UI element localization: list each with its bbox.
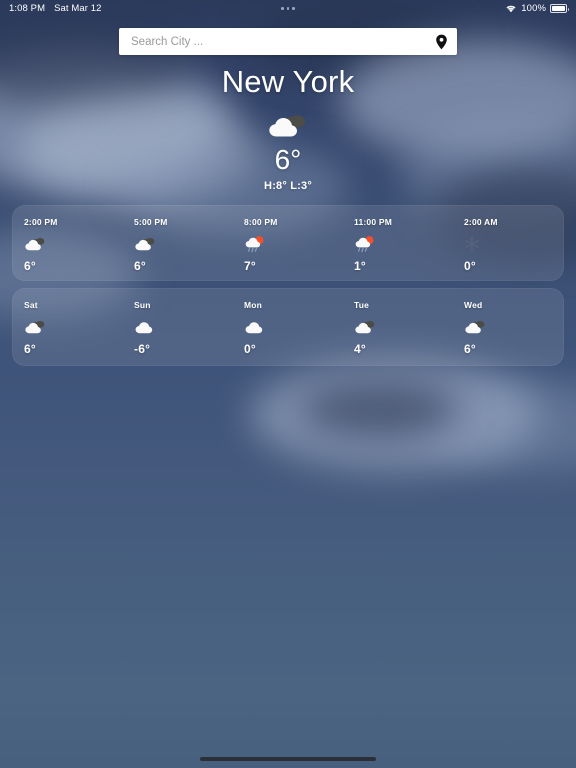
daily-item-temperature: 6° — [24, 342, 36, 356]
cloud-wisp — [250, 360, 540, 470]
hourly-item[interactable]: 11:00 PM 1° — [343, 206, 453, 280]
hourly-item-label: 5:00 PM — [134, 217, 168, 227]
hourly-item-label: 8:00 PM — [244, 217, 278, 227]
battery-full-icon — [550, 4, 569, 13]
wifi-icon — [506, 5, 516, 13]
cloudy-icon — [24, 234, 123, 254]
cloud-wisp — [300, 382, 460, 437]
daily-item[interactable]: Sun -6° — [123, 289, 233, 365]
status-bar-right: 100% — [505, 3, 569, 14]
daily-item-temperature: 0° — [244, 342, 256, 356]
cloud-white-icon — [134, 317, 233, 337]
daily-item[interactable]: Tue 4° — [343, 289, 453, 365]
daily-item-label: Mon — [244, 300, 263, 310]
status-time: 1:08 PM — [9, 3, 46, 14]
hourly-item-temperature: 6° — [134, 259, 146, 273]
cloud-white-icon — [244, 317, 343, 337]
hourly-item-temperature: 6° — [24, 259, 36, 273]
hourly-item-temperature: 1° — [354, 259, 366, 273]
home-indicator[interactable] — [200, 757, 376, 761]
location-pin-icon[interactable] — [435, 34, 448, 50]
daily-item[interactable]: Mon 0° — [233, 289, 343, 365]
hourly-item[interactable]: 2:00 PM 6° — [13, 206, 123, 280]
current-weather-icon — [266, 110, 310, 140]
hourly-item[interactable]: 5:00 PM 6° — [123, 206, 233, 280]
daily-item-temperature: 6° — [464, 342, 476, 356]
three-dots-icon[interactable] — [281, 7, 295, 10]
daily-item-label: Wed — [464, 300, 483, 310]
status-bar: 1:08 PM Sat Mar 12 100% — [0, 0, 576, 17]
sun-rain-cloud-icon — [354, 234, 453, 254]
hourly-item[interactable]: 2:00 AM 0° — [453, 206, 563, 280]
battery-percent-label: 100% — [521, 3, 546, 14]
daily-item-temperature: 4° — [354, 342, 366, 356]
hourly-item-label: 2:00 PM — [24, 217, 58, 227]
current-weather: New York 6° H:8° L:3° — [0, 64, 576, 192]
daily-item[interactable]: Sat 6° — [13, 289, 123, 365]
daily-item[interactable]: Wed 6° — [453, 289, 563, 365]
city-name: New York — [221, 64, 355, 99]
hourly-item[interactable]: 8:00 PM 7° — [233, 206, 343, 280]
daily-item-label: Sun — [134, 300, 151, 310]
hourly-item-label: 2:00 AM — [464, 217, 498, 227]
status-bar-left: 1:08 PM Sat Mar 12 — [9, 3, 102, 14]
daily-item-label: Tue — [354, 300, 370, 310]
cloud-wisp — [420, 380, 576, 470]
cloudy-icon — [24, 317, 123, 337]
hourly-forecast-card[interactable]: 2:00 PM 6° 5:00 PM 6° 8:00 PM 7° 11:00 PM 1° 2:0… — [12, 205, 564, 281]
hourly-item-temperature: 7° — [244, 259, 256, 273]
status-date: Sat Mar 12 — [54, 3, 102, 14]
cloudy-icon — [354, 317, 453, 337]
daily-forecast-card[interactable]: Sat 6° Sun -6° Mon 0° Tue 4° Wed 6° — [12, 288, 564, 366]
high-low-temperature: H:8° L:3° — [264, 179, 312, 192]
search-bar[interactable] — [119, 28, 457, 55]
search-input[interactable] — [131, 35, 435, 48]
sun-rain-cloud-icon — [244, 234, 343, 254]
cloudy-icon — [134, 234, 233, 254]
cloudy-icon — [464, 317, 563, 337]
daily-item-label: Sat — [24, 300, 38, 310]
snowflake-icon — [464, 234, 563, 254]
hourly-item-temperature: 0° — [464, 259, 476, 273]
current-temperature: 6° — [274, 143, 302, 175]
search-bar-container — [0, 28, 576, 55]
hourly-item-label: 11:00 PM — [354, 217, 392, 227]
daily-item-temperature: -6° — [134, 342, 151, 356]
